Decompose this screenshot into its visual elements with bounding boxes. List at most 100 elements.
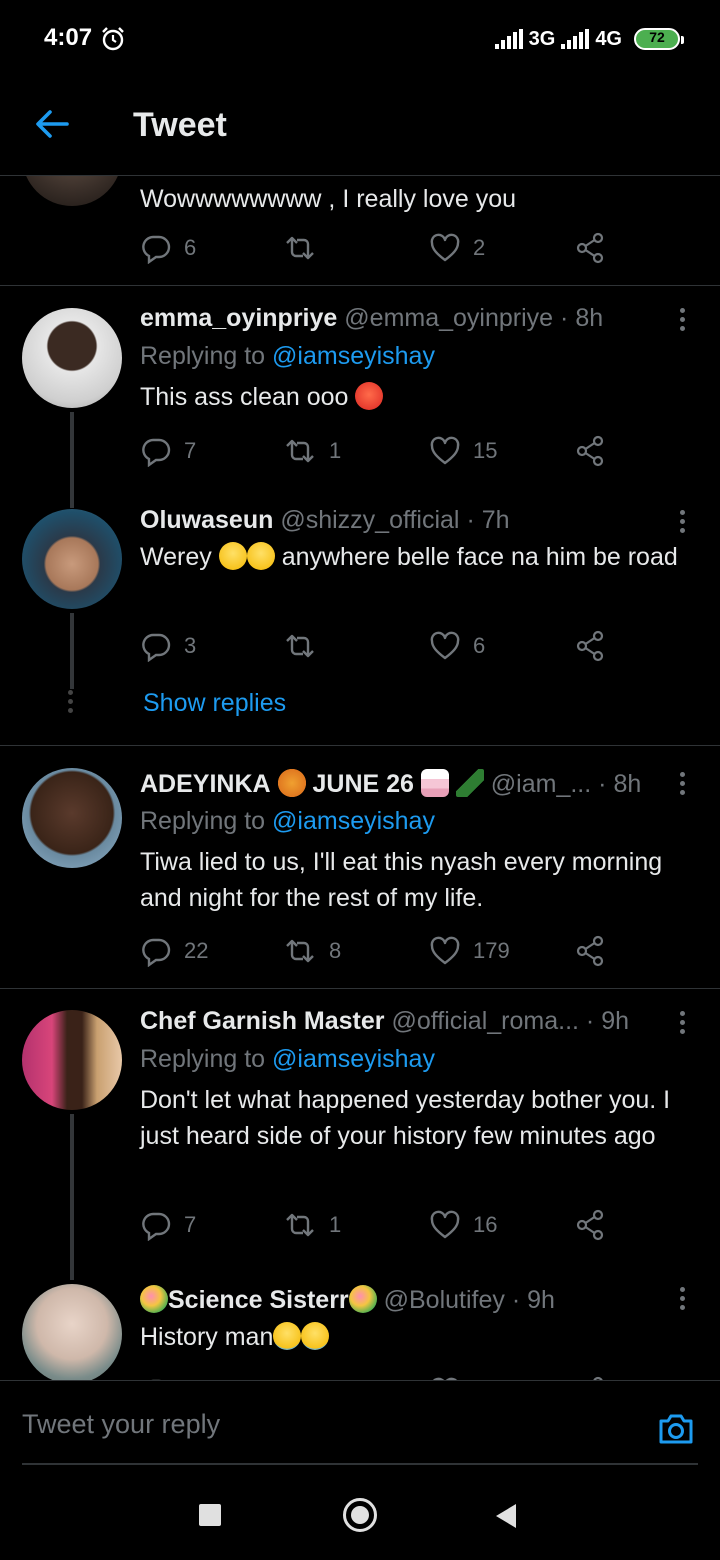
share-icon bbox=[576, 630, 604, 662]
share-button[interactable] bbox=[574, 1372, 606, 1380]
avatar[interactable] bbox=[22, 768, 122, 868]
like-button[interactable] bbox=[429, 1372, 461, 1380]
more-options-button[interactable] bbox=[672, 304, 692, 334]
tweet-text: History man bbox=[140, 1319, 698, 1355]
retweet-button[interactable]: 1 bbox=[283, 431, 341, 471]
user-handle: @iam_... bbox=[490, 770, 592, 798]
reply-button[interactable] bbox=[140, 1372, 172, 1380]
reply-button[interactable]: 7 bbox=[140, 431, 196, 471]
reply-icon bbox=[142, 235, 171, 264]
reply-count: 7 bbox=[184, 1212, 197, 1237]
reply-icon bbox=[142, 633, 171, 662]
heart-icon bbox=[430, 233, 460, 262]
heart-icon bbox=[430, 631, 460, 660]
thread-line bbox=[70, 1114, 74, 1280]
network-type-3g: 3G bbox=[528, 27, 556, 50]
tweet-text: Don't let what happened yesterday bother… bbox=[140, 1086, 671, 1150]
share-button[interactable] bbox=[574, 228, 606, 268]
recent-apps-button[interactable] bbox=[199, 1504, 221, 1526]
status-indicators: 3G 4G 72 bbox=[494, 24, 684, 54]
retweet-button[interactable]: 1 bbox=[283, 1205, 341, 1245]
avatar[interactable] bbox=[22, 176, 122, 206]
reply-count: 22 bbox=[184, 938, 209, 963]
replying-to-handle[interactable]: @iamseyishay bbox=[272, 807, 435, 835]
share-button[interactable] bbox=[574, 626, 606, 666]
separator-dot: · bbox=[511, 1286, 521, 1314]
more-options-button[interactable] bbox=[672, 506, 692, 536]
share-button[interactable] bbox=[574, 931, 606, 971]
tweet-header: ADEYINKA JUNE 26 @iam_... · 8h bbox=[140, 769, 670, 799]
display-name-suffix[interactable]: JUNE 26 bbox=[312, 770, 413, 798]
bouquet-emoji-icon bbox=[140, 1285, 168, 1313]
like-count: 179 bbox=[473, 938, 510, 963]
separator-dot: · bbox=[585, 1007, 595, 1035]
user-handle: @official_roma... bbox=[391, 1007, 579, 1035]
heart-icon bbox=[430, 936, 460, 965]
home-button[interactable] bbox=[343, 1498, 377, 1532]
timestamp: 7h bbox=[481, 506, 510, 534]
like-count: 2 bbox=[473, 235, 486, 260]
like-button[interactable]: 16 bbox=[429, 1205, 497, 1245]
thread-line bbox=[70, 613, 74, 689]
display-name[interactable]: Science Sisterr bbox=[168, 1286, 349, 1314]
tears-of-joy-emoji-icon bbox=[301, 1322, 330, 1350]
like-count: 6 bbox=[473, 633, 486, 658]
replying-to-handle[interactable]: @iamseyishay bbox=[272, 1045, 435, 1073]
share-icon bbox=[576, 232, 604, 264]
share-icon bbox=[576, 935, 604, 967]
avatar[interactable] bbox=[22, 308, 122, 408]
show-replies-link[interactable]: Show replies bbox=[143, 689, 286, 718]
retweet-icon bbox=[286, 439, 314, 463]
share-button[interactable] bbox=[574, 431, 606, 471]
display-name[interactable]: Chef Garnish Master bbox=[140, 1007, 385, 1035]
battery-icon: 72 bbox=[634, 28, 684, 50]
reply-composer: Tweet your reply bbox=[0, 1380, 720, 1465]
avatar[interactable] bbox=[22, 509, 122, 609]
tweet-header: Oluwaseun @shizzy_official · 7h bbox=[140, 506, 670, 535]
retweet-button[interactable] bbox=[283, 626, 329, 666]
more-options-button[interactable] bbox=[672, 768, 692, 798]
retweet-button[interactable] bbox=[283, 228, 329, 268]
more-options-button[interactable] bbox=[672, 1007, 692, 1037]
like-button[interactable]: 2 bbox=[429, 228, 485, 268]
reply-button[interactable]: 22 bbox=[140, 931, 208, 971]
reply-button[interactable]: 6 bbox=[140, 228, 196, 268]
back-nav-button[interactable] bbox=[496, 1504, 516, 1528]
replying-to: Replying to @iamseyishay bbox=[140, 1045, 435, 1074]
reply-timeline[interactable]: Wowwwwwwww , I really love you 6 2 emma_… bbox=[0, 176, 720, 1380]
reply-icon bbox=[142, 438, 171, 467]
replying-to-label: Replying to bbox=[140, 807, 266, 835]
tweet-actions: 7 1 15 bbox=[140, 431, 620, 471]
reply-input[interactable]: Tweet your reply bbox=[22, 1409, 220, 1440]
camera-icon[interactable] bbox=[656, 1409, 696, 1449]
more-options-button[interactable] bbox=[672, 1283, 692, 1313]
display-name[interactable]: emma_oyinpriye bbox=[140, 304, 337, 332]
grinning-face-emoji-icon bbox=[246, 542, 275, 570]
back-button[interactable] bbox=[28, 100, 76, 148]
battery-level: 72 bbox=[649, 29, 665, 45]
reply-button[interactable]: 7 bbox=[140, 1205, 196, 1245]
like-button[interactable]: 6 bbox=[429, 626, 485, 666]
avatar[interactable] bbox=[22, 1010, 122, 1110]
alarm-clock-icon bbox=[102, 27, 124, 51]
tweet-actions: 7 1 16 bbox=[140, 1205, 620, 1245]
retweet-button[interactable]: 8 bbox=[283, 931, 341, 971]
retweet-button[interactable] bbox=[283, 1372, 317, 1380]
like-button[interactable]: 179 bbox=[429, 931, 510, 971]
replying-to-handle[interactable]: @iamseyishay bbox=[272, 342, 435, 370]
replying-to: Replying to @iamseyishay bbox=[140, 807, 435, 836]
divider bbox=[0, 285, 720, 286]
status-time: 4:07 bbox=[44, 24, 93, 51]
tweet-text-content: Werey bbox=[140, 543, 212, 571]
maple-leaf-emoji-icon bbox=[277, 769, 306, 797]
share-button[interactable] bbox=[574, 1205, 606, 1245]
display-name[interactable]: ADEYINKA bbox=[140, 770, 271, 798]
avatar[interactable] bbox=[22, 1284, 122, 1380]
system-navigation-bar bbox=[0, 1466, 720, 1560]
retweet-count: 1 bbox=[329, 1212, 342, 1237]
like-button[interactable]: 15 bbox=[429, 431, 497, 471]
display-name[interactable]: Oluwaseun bbox=[140, 506, 273, 534]
reply-button[interactable]: 3 bbox=[140, 626, 196, 666]
divider bbox=[0, 988, 720, 989]
reply-count: 7 bbox=[184, 438, 197, 463]
